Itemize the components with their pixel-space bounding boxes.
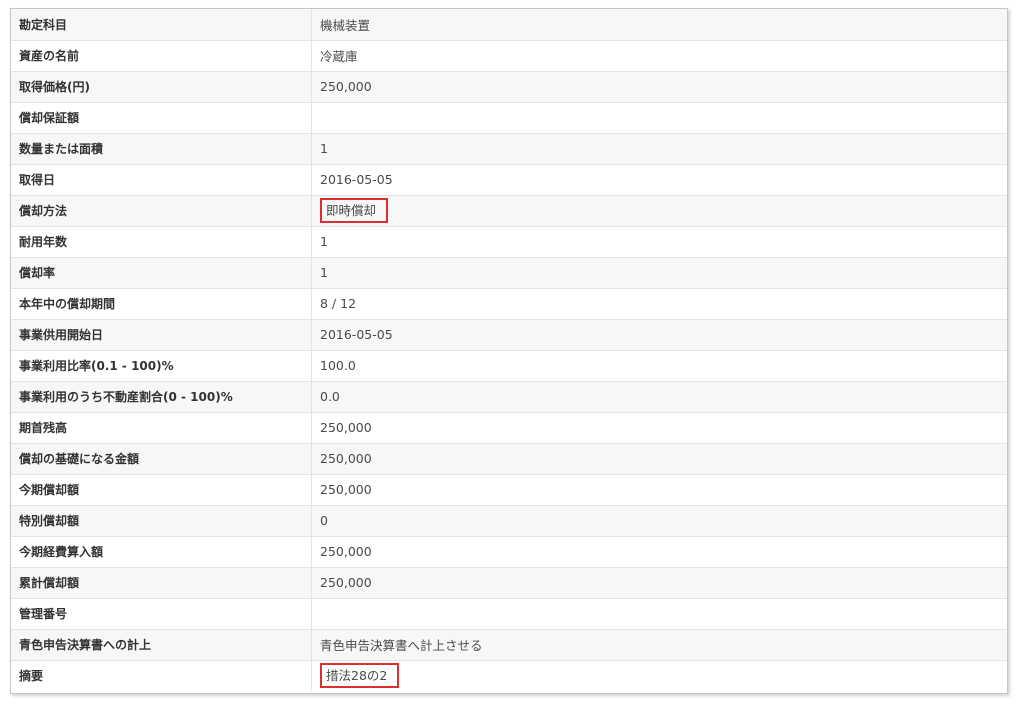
field-value-remarks: 措法28の2 [311,659,1007,691]
field-label-account: 勘定科目 [11,9,312,40]
depreciation-method-highlight: 即時償却 [320,198,389,223]
field-label-business-use-ratio: 事業利用比率(0.1 - 100)% [11,349,312,381]
field-value-acquisition-date: 2016-05-05 [311,163,1007,195]
field-value-depreciation-method: 即時償却 [311,194,1007,226]
table-row: 事業利用のうち不動産割合(0 - 100)% 0.0 [11,380,1007,412]
table-row: 特別償却額 0 [11,504,1007,536]
field-label-accumulated-depreciation: 累計償却額 [11,566,312,598]
table-row: 耐用年数 1 [11,225,1007,257]
field-value-depreciation-base: 250,000 [311,442,1007,474]
field-label-depreciation-base: 償却の基礎になる金額 [11,442,312,474]
table-row: 取得価格(円) 250,000 [11,70,1007,102]
field-value-current-depreciation: 250,000 [311,473,1007,505]
field-label-blue-return: 青色申告決算書への計上 [11,628,312,660]
field-value-acquisition-cost: 250,000 [311,70,1007,102]
field-label-current-depreciation: 今期償却額 [11,473,312,505]
asset-detail-panel: 勘定科目 機械装置 資産の名前 冷蔵庫 取得価格(円) 250,000 償却保証… [10,8,1008,694]
table-row: 累計償却額 250,000 [11,566,1007,598]
remarks-highlight: 措法28の2 [320,663,400,689]
field-label-useful-life: 耐用年数 [11,225,312,257]
field-value-useful-life: 1 [311,225,1007,257]
field-value-real-estate-ratio: 0.0 [311,380,1007,412]
table-row: 勘定科目 機械装置 [11,9,1007,40]
field-label-acquisition-date: 取得日 [11,163,312,195]
table-row: 事業利用比率(0.1 - 100)% 100.0 [11,349,1007,381]
table-row: 事業供用開始日 2016-05-05 [11,318,1007,350]
table-row: 取得日 2016-05-05 [11,163,1007,195]
table-row: 資産の名前 冷蔵庫 [11,39,1007,71]
field-label-asset-name: 資産の名前 [11,39,312,71]
table-row: 摘要 措法28の2 [11,659,1007,691]
field-label-depreciation-rate: 償却率 [11,256,312,288]
table-row: 償却保証額 [11,101,1007,133]
field-label-depreciation-period: 本年中の償却期間 [11,287,312,319]
field-label-remarks: 摘要 [11,659,312,691]
table-row: 償却方法 即時償却 [11,194,1007,226]
field-label-depreciation-method: 償却方法 [11,194,312,226]
field-label-expense-amount: 今期経費算入額 [11,535,312,567]
field-value-accumulated-depreciation: 250,000 [311,566,1007,598]
table-row: 本年中の償却期間 8 / 12 [11,287,1007,319]
asset-detail-table: 勘定科目 機械装置 資産の名前 冷蔵庫 取得価格(円) 250,000 償却保証… [11,9,1007,691]
field-value-business-use-ratio: 100.0 [311,349,1007,381]
table-row: 期首残高 250,000 [11,411,1007,443]
field-value-quantity: 1 [311,132,1007,164]
field-label-special-depreciation: 特別償却額 [11,504,312,536]
table-row: 青色申告決算書への計上 青色申告決算書へ計上させる [11,628,1007,660]
field-label-opening-balance: 期首残高 [11,411,312,443]
field-value-guarantee-amount [311,101,1007,133]
table-row: 今期償却額 250,000 [11,473,1007,505]
field-value-expense-amount: 250,000 [311,535,1007,567]
field-value-blue-return: 青色申告決算書へ計上させる [311,628,1007,660]
field-label-acquisition-cost: 取得価格(円) [11,70,312,102]
field-value-management-number [311,597,1007,629]
field-value-opening-balance: 250,000 [311,411,1007,443]
field-label-service-start-date: 事業供用開始日 [11,318,312,350]
field-value-depreciation-period: 8 / 12 [311,287,1007,319]
field-label-management-number: 管理番号 [11,597,312,629]
field-label-guarantee-amount: 償却保証額 [11,101,312,133]
field-label-real-estate-ratio: 事業利用のうち不動産割合(0 - 100)% [11,380,312,412]
table-row: 償却率 1 [11,256,1007,288]
field-value-special-depreciation: 0 [311,504,1007,536]
field-label-quantity: 数量または面積 [11,132,312,164]
table-row: 今期経費算入額 250,000 [11,535,1007,567]
table-row: 償却の基礎になる金額 250,000 [11,442,1007,474]
field-value-service-start-date: 2016-05-05 [311,318,1007,350]
field-value-account: 機械装置 [311,9,1007,40]
field-value-asset-name: 冷蔵庫 [311,39,1007,71]
table-row: 管理番号 [11,597,1007,629]
field-value-depreciation-rate: 1 [311,256,1007,288]
table-row: 数量または面積 1 [11,132,1007,164]
